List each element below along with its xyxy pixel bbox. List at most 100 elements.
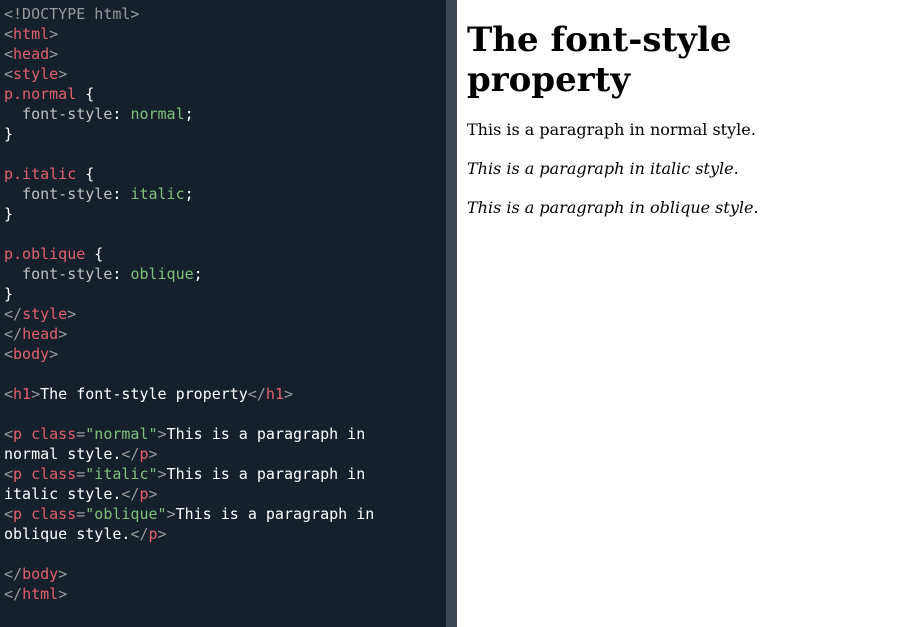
code-token: The font-style property — [40, 385, 248, 403]
code-token: This is a paragraph in — [166, 425, 366, 443]
code-line[interactable]: font-style: oblique; — [4, 264, 446, 284]
code-line[interactable]: <!DOCTYPE html> — [4, 4, 446, 24]
code-line[interactable]: italic style.</p> — [4, 484, 446, 504]
code-line[interactable]: <p class="normal">This is a paragraph in — [4, 424, 446, 444]
code-line[interactable]: p.normal { — [4, 84, 446, 104]
code-line[interactable]: <style> — [4, 64, 446, 84]
code-token: h1 — [13, 385, 32, 403]
code-token: } — [4, 205, 14, 223]
code-line[interactable] — [4, 404, 446, 424]
code-token: = — [76, 465, 86, 483]
code-token: : — [112, 265, 131, 283]
code-token: > — [67, 305, 77, 323]
code-line[interactable]: <head> — [4, 44, 446, 64]
code-token: h1 — [265, 385, 284, 403]
result-preview: The font-style property This is a paragr… — [457, 0, 903, 627]
code-token: p — [139, 445, 149, 463]
code-token: </ — [247, 385, 266, 403]
code-token: font-style — [4, 105, 113, 123]
code-line[interactable]: </style> — [4, 304, 446, 324]
code-line[interactable]: oblique style.</p> — [4, 524, 446, 544]
preview-paragraph-normal: This is a paragraph in normal style. — [467, 120, 756, 139]
code-token: oblique style. — [4, 525, 131, 543]
code-token: ; — [184, 105, 194, 123]
code-editor[interactable]: <!DOCTYPE html> <html> <head> <style> p.norm… — [0, 0, 446, 627]
code-line[interactable]: } — [4, 124, 446, 144]
code-token: html — [22, 585, 59, 603]
code-token: < — [4, 385, 14, 403]
code-line[interactable] — [4, 544, 446, 564]
code-token: normal — [130, 105, 185, 123]
code-line[interactable]: </body> — [4, 564, 446, 584]
code-line[interactable] — [4, 224, 446, 244]
code-token: } — [4, 285, 14, 303]
pane-divider[interactable] — [446, 0, 457, 627]
code-token: : — [112, 185, 131, 203]
code-line[interactable] — [4, 364, 446, 384]
preview-paragraph-italic: This is a paragraph in italic style. — [467, 159, 739, 178]
code-token: > — [49, 45, 59, 63]
code-line[interactable]: <html> — [4, 24, 446, 44]
code-token: class — [22, 425, 77, 443]
code-token: = — [76, 425, 86, 443]
code-line[interactable]: </head> — [4, 324, 446, 344]
tryit-workspace: <!DOCTYPE html> <html> <head> <style> p.norm… — [0, 0, 903, 627]
code-line[interactable]: <body> — [4, 344, 446, 364]
code-token: class — [22, 505, 77, 523]
code-token: p — [139, 485, 149, 503]
code-token: < — [4, 45, 14, 63]
code-token: style — [13, 65, 59, 83]
code-token: </ — [4, 305, 23, 323]
code-line[interactable]: font-style: normal; — [4, 104, 446, 124]
code-line[interactable]: p.italic { — [4, 164, 446, 184]
code-line[interactable] — [4, 144, 446, 164]
code-token: > — [283, 385, 293, 403]
code-token: < — [4, 65, 14, 83]
code-token: body — [13, 345, 50, 363]
code-token: p.italic — [4, 165, 77, 183]
code-line[interactable]: } — [4, 284, 446, 304]
code-token: italic — [130, 185, 185, 203]
code-token: head — [22, 325, 59, 343]
code-token: </ — [121, 485, 140, 503]
code-token: font-style — [4, 185, 113, 203]
code-token: { — [76, 165, 95, 183]
code-token: </ — [121, 445, 140, 463]
code-token: > — [157, 425, 167, 443]
code-token: > — [148, 485, 158, 503]
code-token: </ — [130, 525, 149, 543]
code-token: p — [13, 465, 23, 483]
code-token: { — [76, 85, 95, 103]
code-token: > — [58, 585, 68, 603]
code-token: body — [22, 565, 59, 583]
code-line[interactable]: <p class="oblique">This is a paragraph i… — [4, 504, 446, 524]
code-token: < — [4, 465, 14, 483]
code-token: "oblique" — [85, 505, 167, 523]
code-token: html — [13, 25, 50, 43]
code-token: </ — [4, 325, 23, 343]
code-token: > — [58, 565, 68, 583]
code-token: p.normal — [4, 85, 77, 103]
code-line[interactable]: p.oblique { — [4, 244, 446, 264]
code-line[interactable]: </html> — [4, 584, 446, 604]
code-token: class — [22, 465, 77, 483]
code-token: style — [22, 305, 68, 323]
code-token: { — [85, 245, 104, 263]
code-token: p.oblique — [4, 245, 86, 263]
code-token: </ — [4, 585, 23, 603]
code-line[interactable]: font-style: italic; — [4, 184, 446, 204]
code-line[interactable]: <h1>The font-style property</h1> — [4, 384, 446, 404]
code-token: head — [13, 45, 50, 63]
code-token: < — [4, 25, 14, 43]
code-token: > — [148, 445, 158, 463]
code-line[interactable]: <p class="italic">This is a paragraph in — [4, 464, 446, 484]
code-token: <!DOCTYPE html> — [4, 5, 140, 23]
code-line[interactable]: normal style.</p> — [4, 444, 446, 464]
code-token: > — [157, 525, 167, 543]
code-line[interactable]: } — [4, 204, 446, 224]
code-token: } — [4, 125, 14, 143]
code-token: This is a paragraph in — [175, 505, 375, 523]
code-token: < — [4, 425, 14, 443]
code-token: "italic" — [85, 465, 158, 483]
code-token: italic style. — [4, 485, 122, 503]
